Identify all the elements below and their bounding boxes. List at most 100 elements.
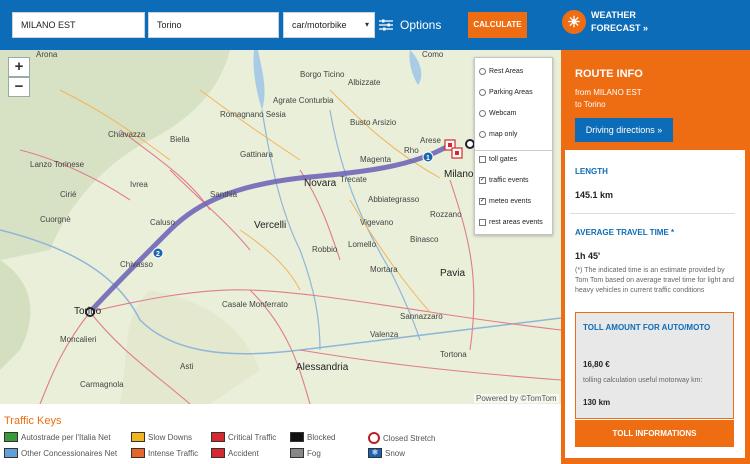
calculate-button[interactable]: CALCULATE [468,12,527,38]
route-from: from MILANO EST [575,88,642,97]
layer-rest-areas-events[interactable]: rest areas events [479,219,543,226]
key-critical-traffic: Critical Traffic [211,432,276,442]
radio-icon [479,131,486,138]
weather-label-line1: WEATHER [591,10,636,20]
layer-label: Webcam [489,110,517,117]
layer-map-only[interactable]: map only [479,131,517,138]
map-attribution[interactable]: Powered by ©TomTom [474,394,559,403]
options-label: Options [400,18,442,32]
city-label: Abbiategrasso [368,195,420,204]
divider [570,213,735,214]
city-label: Torino [74,306,102,317]
layer-label: meteo events [489,198,532,205]
key-fog: Fog [290,448,321,458]
city-label: Carmagnola [80,380,124,389]
key-label: Fog [307,448,321,458]
travel-time-label: AVERAGE TRAVEL TIME * [575,228,675,237]
checkbox-checked-icon: ✓ [479,198,486,205]
key-label: Critical Traffic [228,432,277,442]
city-label: Tortona [440,350,467,359]
city-label: Arese [420,136,441,145]
layer-webcam[interactable]: Webcam [479,110,517,117]
city-label: Ivrea [130,180,148,189]
vehicle-select-value: car/motorbike [292,20,347,30]
origin-pin-icon[interactable] [465,139,475,149]
key-label: Closed Stretch [383,433,436,443]
layer-label: Parking Areas [489,89,533,96]
layer-label: toll gates [489,156,518,163]
zoom-out-button[interactable]: − [8,77,30,97]
traffic-event-icon-2[interactable] [451,147,463,159]
key-label: Blocked [307,432,336,442]
city-label: Cuorgnè [40,215,71,224]
city-label: Magenta [360,155,392,164]
layer-parking-areas[interactable]: Parking Areas [479,89,533,96]
svg-text:1: 1 [426,155,430,162]
route-info-title: ROUTE INFO [575,68,643,80]
key-label: Other Concessionaires Net [21,448,118,458]
city-label: Valenza [370,330,399,339]
fog-icon [290,448,304,458]
city-label: Sannazzaro [400,312,443,321]
layer-toll-gates[interactable]: toll gates [479,156,517,163]
city-label: Chivasso [120,260,153,269]
layer-meteo-events[interactable]: ✓ meteo events [479,198,531,205]
options-button[interactable]: Options [379,12,441,38]
route-marker-1[interactable]: 1 [422,151,434,163]
city-label: Mortara [370,265,398,274]
city-label: Rho [404,146,419,155]
city-label: Vercelli [254,220,287,231]
layer-label: map only [489,131,518,138]
checkbox-checked-icon: ✓ [479,177,486,184]
city-label: Vigevano [360,218,394,227]
legend-swatch [211,432,225,442]
toll-informations-button[interactable]: TOLL INFORMATIONS [575,420,734,447]
key-label: Snow [385,448,406,458]
weather-label-line2: FORECAST » [591,23,649,33]
key-autostrade: Autostrade per l'Italia Net [4,432,111,442]
key-accident: Accident [211,448,259,458]
key-closed-stretch: Closed Stretch [368,432,435,444]
vehicle-select[interactable]: car/motorbike ▾ [283,12,375,38]
toll-amount-value: 16,80 € [583,360,610,369]
legend-swatch [4,448,18,458]
legend-swatch [131,432,145,442]
layer-rest-areas[interactable]: Rest Areas [479,68,523,75]
zoom-in-button[interactable]: + [8,57,30,77]
checkbox-icon [479,219,486,226]
chevron-down-icon: ▾ [364,20,369,29]
key-label: Accident [228,448,259,458]
city-label: Caluso [150,218,175,227]
city-label: Romagnano Sesia [220,110,286,119]
radio-icon [479,68,486,75]
city-label: Asti [180,362,194,371]
destination-input[interactable]: Torino [148,12,279,38]
key-blocked: Blocked [290,432,335,442]
city-label: Albizzate [348,78,381,87]
route-to: to Torino [575,100,606,109]
city-label: Trecate [340,175,367,184]
radio-icon [479,89,486,96]
legend-swatch [131,448,145,458]
key-label: Slow Downs [148,432,193,442]
city-label: Alessandria [296,362,349,373]
sun-icon: ☀ [562,10,586,34]
length-label: LENGTH [575,167,608,176]
radio-icon [479,110,486,117]
city-label: Novara [304,178,337,189]
route-marker-2[interactable]: 2 [152,247,164,259]
layer-traffic-events[interactable]: ✓ traffic events [479,177,529,184]
city-label: Robbio [312,245,338,254]
travel-time-note: (*) The indicated time is an estimate pr… [575,267,735,294]
city-label: Santhià [210,190,238,199]
city-label: Biella [170,135,190,144]
legend-swatch [290,432,304,442]
city-label: Milano [444,169,474,180]
city-label: Pavia [440,268,466,279]
traffic-keys-title: Traffic Keys [4,415,62,427]
origin-input[interactable]: MILANO EST [12,12,145,38]
sliders-icon [379,19,393,31]
weather-forecast-link[interactable]: ☀ WEATHER FORECAST » [562,9,648,35]
map-layers-panel: Rest Areas Parking Areas Webcam map only… [474,57,553,235]
driving-directions-button[interactable]: Driving directions » [575,118,673,142]
